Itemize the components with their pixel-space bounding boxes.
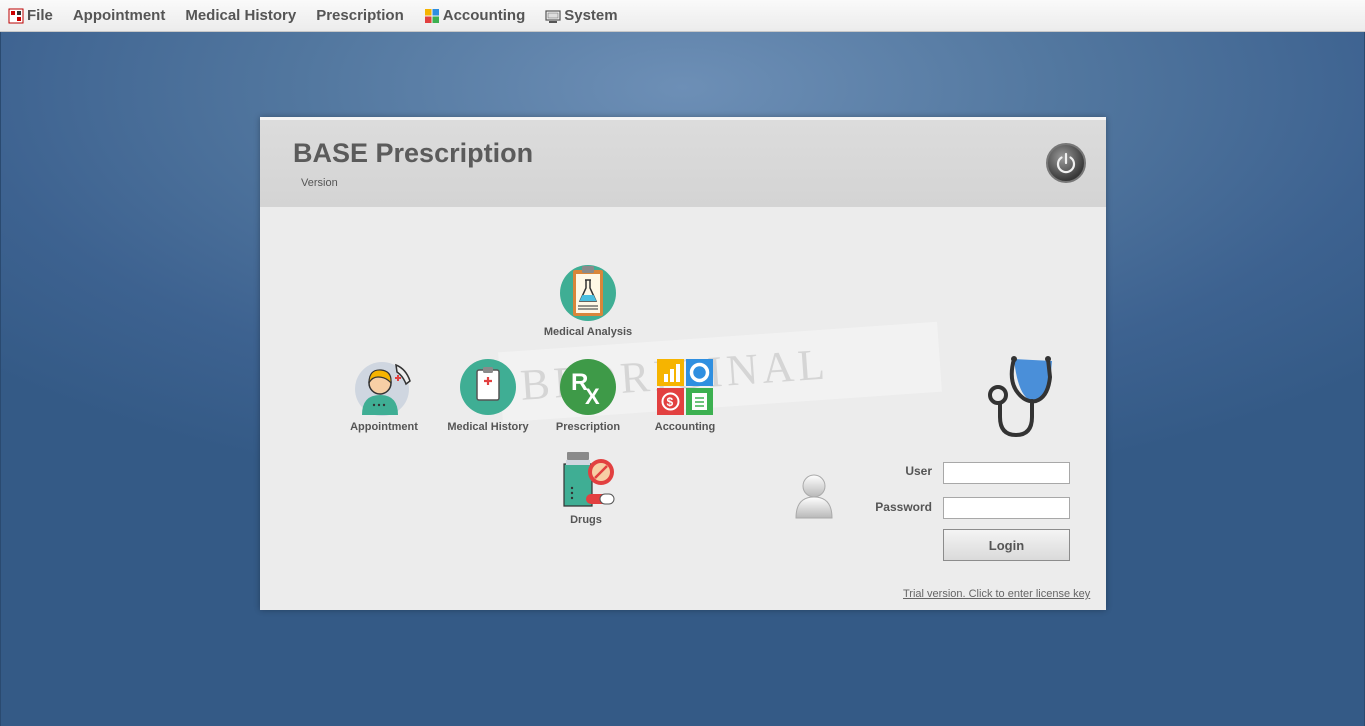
module-appointment[interactable]: Appointment (329, 357, 439, 433)
password-label: Password (875, 500, 932, 514)
panel-header: BASE Prescription Version (260, 117, 1106, 207)
menu-medical-history[interactable]: Medical History (175, 0, 306, 32)
app-version: Version (301, 177, 338, 189)
module-prescription[interactable]: R X Prescription (533, 357, 643, 433)
app-title: BASE Prescription (293, 138, 534, 168)
login-button[interactable]: Login (943, 529, 1070, 561)
menu-accounting-label: Accounting (442, 7, 526, 24)
power-button[interactable] (1046, 143, 1086, 183)
menu-prescription[interactable]: Prescription (306, 0, 414, 32)
user-input[interactable] (943, 462, 1070, 484)
medical-history-label: Medical History (447, 421, 529, 433)
drugs-label: Drugs (570, 514, 602, 526)
stethoscope-icon (988, 356, 1053, 438)
medical-analysis-icon (560, 265, 616, 321)
power-icon (1056, 152, 1076, 174)
menu-file[interactable]: File (6, 0, 63, 32)
module-medical-history[interactable]: Medical History (433, 357, 543, 433)
module-drugs[interactable]: Drugs (531, 450, 641, 526)
menu-appointment[interactable]: Appointment (63, 0, 175, 32)
svg-text:X: X (585, 384, 600, 409)
menu-system[interactable]: System (535, 0, 627, 32)
appointment-icon (355, 362, 411, 416)
accounting-icon (424, 8, 440, 24)
drugs-icon (563, 452, 615, 507)
password-input[interactable] (943, 497, 1070, 519)
medical-history-icon (460, 359, 516, 415)
user-avatar-icon (795, 474, 833, 519)
accounting-module-icon: $ (657, 359, 713, 415)
user-label: User (905, 464, 932, 478)
appointment-label: Appointment (350, 421, 418, 433)
menu-accounting[interactable]: Accounting (414, 0, 536, 32)
module-medical-analysis[interactable]: Medical Analysis (533, 262, 643, 338)
menu-file-label: File (27, 7, 53, 24)
prescription-icon: R X (560, 359, 616, 415)
login-panel: BASE Prescription Version BEORIGINAL Med… (260, 117, 1106, 610)
svg-text:$: $ (667, 395, 674, 409)
system-icon (545, 8, 561, 24)
menu-medical-history-label: Medical History (185, 7, 297, 24)
app-logo-icon (8, 8, 24, 24)
menu-appointment-label: Appointment (72, 7, 166, 24)
module-accounting[interactable]: $ Accounting (630, 357, 740, 433)
medical-analysis-label: Medical Analysis (543, 326, 633, 338)
menu-bar: File Appointment Medical History Prescri… (0, 0, 1365, 32)
license-link[interactable]: Trial version. Click to enter license ke… (903, 588, 1090, 600)
menu-prescription-label: Prescription (316, 7, 404, 24)
accounting-label: Accounting (654, 421, 716, 433)
prescription-label: Prescription (555, 421, 621, 433)
menu-system-label: System (564, 7, 618, 24)
